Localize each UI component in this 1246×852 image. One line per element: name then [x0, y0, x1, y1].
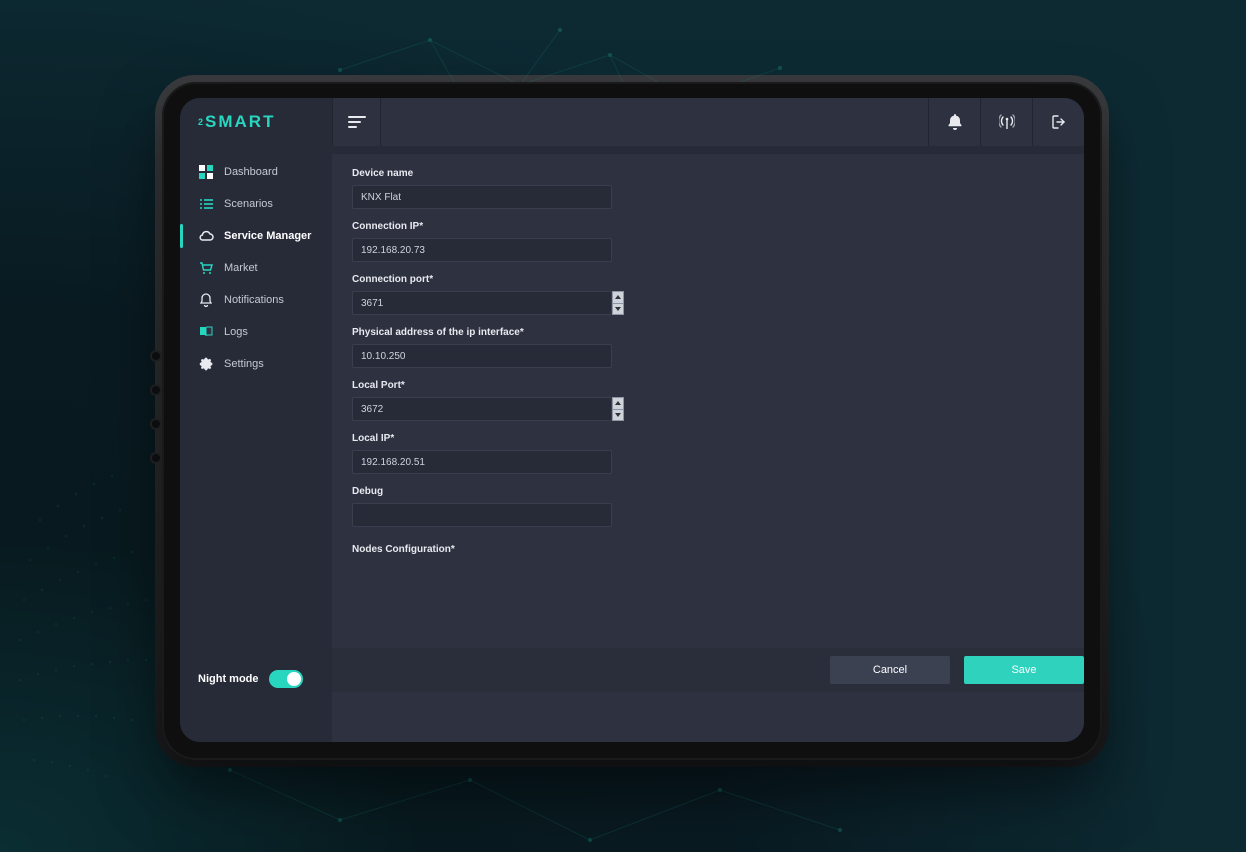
input-physical-address[interactable] — [352, 344, 612, 368]
cart-icon — [198, 260, 214, 276]
sidebar-item-label: Settings — [224, 358, 264, 370]
input-debug[interactable] — [352, 503, 612, 527]
topbar-right — [928, 98, 1084, 146]
label-local-ip: Local IP* — [352, 433, 632, 444]
local-port-down[interactable] — [612, 409, 624, 422]
sidebar-nav: Dashboard Scenarios Service Manager — [180, 156, 332, 380]
night-mode-row: Night mode — [180, 656, 332, 742]
chevron-down-icon — [615, 413, 621, 417]
brand-logo: 2SMART — [180, 98, 332, 146]
input-connection-port[interactable] — [352, 291, 612, 315]
notifications-button[interactable] — [928, 98, 980, 146]
topbar: 2SMART — [180, 98, 1084, 146]
form-footer: Cancel Save — [332, 648, 1084, 692]
sidebar-item-label: Service Manager — [224, 230, 311, 242]
field-nodes-configuration: Nodes Configuration* — [352, 539, 632, 557]
menu-toggle-button[interactable] — [333, 98, 381, 146]
connection-port-down[interactable] — [612, 303, 624, 316]
bell-icon — [948, 114, 962, 130]
cancel-button[interactable]: Cancel — [830, 656, 950, 684]
sidebar-item-label: Logs — [224, 326, 248, 338]
cloud-icon — [198, 228, 214, 244]
sidebar-item-logs[interactable]: Logs — [180, 316, 332, 348]
field-connection-port: Connection port* — [352, 274, 632, 315]
field-physical-address: Physical address of the ip interface* — [352, 327, 632, 368]
scenarios-icon — [198, 196, 214, 212]
bell-outline-icon — [198, 292, 214, 308]
field-connection-ip: Connection IP* — [352, 221, 632, 262]
menu-icon — [348, 116, 366, 128]
local-port-stepper — [612, 397, 624, 421]
connection-port-up[interactable] — [612, 291, 624, 303]
night-mode-toggle[interactable] — [269, 670, 303, 688]
gear-icon — [198, 356, 214, 372]
sidebar-item-label: Market — [224, 262, 258, 274]
app-body: Dashboard Scenarios Service Manager — [180, 146, 1084, 742]
sidebar-item-market[interactable]: Market — [180, 252, 332, 284]
antenna-icon — [999, 114, 1015, 130]
brand-name: SMART — [205, 112, 275, 132]
app-screen: 2SMART — [180, 98, 1084, 742]
field-device-name: Device name — [352, 168, 632, 209]
label-debug: Debug — [352, 486, 632, 497]
content: Device name Connection IP* Connection po… — [332, 146, 1084, 742]
label-connection-ip: Connection IP* — [352, 221, 632, 232]
dashboard-icon — [198, 164, 214, 180]
local-port-up[interactable] — [612, 397, 624, 409]
chevron-down-icon — [615, 307, 621, 311]
sidebar-item-service-manager[interactable]: Service Manager — [180, 220, 332, 252]
sidebar: Dashboard Scenarios Service Manager — [180, 146, 332, 742]
logout-icon — [1052, 115, 1066, 129]
connection-port-stepper — [612, 291, 624, 315]
field-debug: Debug — [352, 486, 632, 527]
sidebar-item-settings[interactable]: Settings — [180, 348, 332, 380]
label-local-port: Local Port* — [352, 380, 632, 391]
topbar-strip — [332, 98, 1084, 146]
tablet-frame: 2SMART — [162, 82, 1102, 760]
sidebar-item-scenarios[interactable]: Scenarios — [180, 188, 332, 220]
input-local-port[interactable] — [352, 397, 612, 421]
sidebar-item-label: Notifications — [224, 294, 284, 306]
input-local-ip[interactable] — [352, 450, 612, 474]
sidebar-item-label: Scenarios — [224, 198, 273, 210]
form-panel: Device name Connection IP* Connection po… — [332, 154, 1084, 742]
sidebar-item-notifications[interactable]: Notifications — [180, 284, 332, 316]
book-icon — [198, 324, 214, 340]
logout-button[interactable] — [1032, 98, 1084, 146]
input-device-name[interactable] — [352, 185, 612, 209]
service-form: Device name Connection IP* Connection po… — [352, 168, 632, 557]
field-local-ip: Local IP* — [352, 433, 632, 474]
sidebar-item-label: Dashboard — [224, 166, 278, 178]
field-local-port: Local Port* — [352, 380, 632, 421]
save-button[interactable]: Save — [964, 656, 1084, 684]
label-device-name: Device name — [352, 168, 632, 179]
night-mode-label: Night mode — [198, 673, 259, 685]
chevron-up-icon — [615, 401, 621, 405]
network-button[interactable] — [980, 98, 1032, 146]
chevron-up-icon — [615, 295, 621, 299]
tablet-side-buttons — [152, 352, 160, 462]
label-physical-address: Physical address of the ip interface* — [352, 327, 632, 338]
brand-prefix: 2 — [198, 117, 203, 127]
input-connection-ip[interactable] — [352, 238, 612, 262]
label-connection-port: Connection port* — [352, 274, 632, 285]
label-nodes-configuration: Nodes Configuration* — [352, 544, 455, 555]
sidebar-item-dashboard[interactable]: Dashboard — [180, 156, 332, 188]
